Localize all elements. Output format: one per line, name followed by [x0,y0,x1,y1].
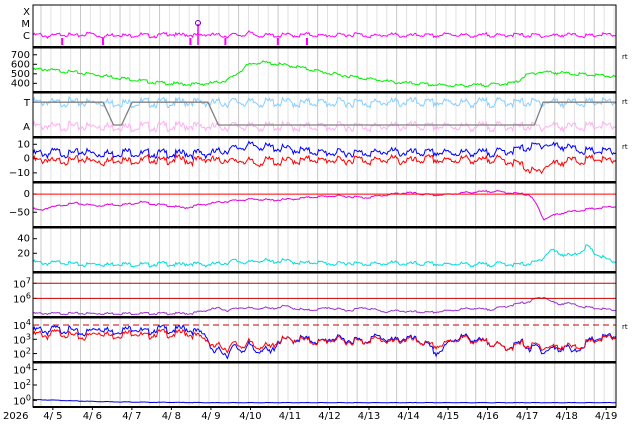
panel7-ytick: 104 [13,318,31,333]
x-axis-tick-label: 4/12 [318,411,340,422]
x-axis-tick-label: 4/ 6 [83,411,102,422]
x-axis-tick-label: 4/ 5 [43,411,62,422]
panel1-ytick: 400 [11,78,30,89]
right-marker: rt [622,323,628,331]
x-axis-tick-label: 4/13 [358,411,380,422]
panel8-ytick: 100 [13,393,31,408]
panel6-ytick: 107 [13,276,31,291]
x-axis-tick-label: 4/15 [437,411,459,422]
solar-wind-plot: XMC700600500400100−100−504020TA107106104… [3,4,628,422]
panel0-ylabel-C: C [23,31,30,42]
panel4-ytick: −50 [9,207,30,218]
panel7-ytick: 102 [13,346,31,361]
x-axis-tick-label: 4/18 [555,411,577,422]
x-axis-tick-label: 4/ 8 [162,411,181,422]
x-axis-tick-label: 4/19 [595,411,617,422]
panel0-ylabel-M: M [21,19,30,30]
panel3-ytick: 0 [24,154,30,165]
panel8-ytick: 104 [13,362,31,377]
panel4-ytick: 0 [24,189,30,200]
x-axis-tick-label: 4/14 [397,411,419,422]
panel5-ytick: 40 [17,234,30,245]
panel0-ylabel-X: X [23,7,30,18]
x-axis-year: 2026 [3,411,28,422]
panel6-ytick: 106 [13,291,31,306]
x-axis-tick-label: 4/11 [279,411,301,422]
x-axis-tick-label: 4/ 9 [201,411,220,422]
panel5-ytick: 20 [17,248,30,259]
panel3-ytick: 10 [17,139,30,150]
panel7-ytick: 103 [13,332,31,347]
panel3-ytick: −10 [9,168,30,179]
x-axis-tick-label: 4/17 [516,411,538,422]
x-axis-tick-label: 4/ 7 [122,411,141,422]
right-marker: rt [622,98,628,106]
x-axis-tick-label: 4/10 [239,411,261,422]
right-marker: rt [622,143,628,151]
x-axis-tick-label: 4/16 [476,411,498,422]
right-marker: rt [622,53,628,61]
panel2-ylabel-T: T [23,98,31,109]
panel2-ylabel-A: A [23,122,30,133]
panel8-ytick: 102 [13,378,31,393]
